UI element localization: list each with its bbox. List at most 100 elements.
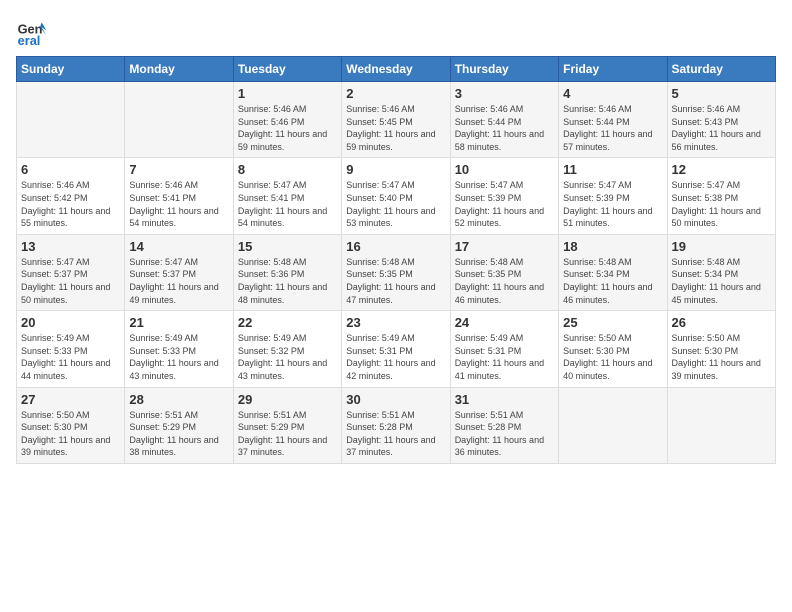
day-content: Sunrise: 5:48 AM Sunset: 5:35 PM Dayligh… — [346, 256, 445, 306]
weekday-header-tuesday: Tuesday — [233, 57, 341, 82]
day-content: Sunrise: 5:49 AM Sunset: 5:33 PM Dayligh… — [129, 332, 228, 382]
day-number: 8 — [238, 162, 337, 177]
day-content: Sunrise: 5:48 AM Sunset: 5:36 PM Dayligh… — [238, 256, 337, 306]
day-number: 30 — [346, 392, 445, 407]
day-number: 2 — [346, 86, 445, 101]
day-content: Sunrise: 5:46 AM Sunset: 5:45 PM Dayligh… — [346, 103, 445, 153]
calendar-cell: 15 Sunrise: 5:48 AM Sunset: 5:36 PM Dayli… — [233, 234, 341, 310]
day-content: Sunrise: 5:47 AM Sunset: 5:37 PM Dayligh… — [129, 256, 228, 306]
calendar-table: SundayMondayTuesdayWednesdayThursdayFrid… — [16, 56, 776, 464]
day-number: 4 — [563, 86, 662, 101]
calendar-cell — [559, 387, 667, 463]
day-content: Sunrise: 5:49 AM Sunset: 5:31 PM Dayligh… — [346, 332, 445, 382]
calendar-cell: 7 Sunrise: 5:46 AM Sunset: 5:41 PM Daylig… — [125, 158, 233, 234]
day-content: Sunrise: 5:50 AM Sunset: 5:30 PM Dayligh… — [672, 332, 771, 382]
calendar-cell: 19 Sunrise: 5:48 AM Sunset: 5:34 PM Dayli… — [667, 234, 775, 310]
week-row-4: 20 Sunrise: 5:49 AM Sunset: 5:33 PM Dayli… — [17, 311, 776, 387]
weekday-header-saturday: Saturday — [667, 57, 775, 82]
day-content: Sunrise: 5:49 AM Sunset: 5:32 PM Dayligh… — [238, 332, 337, 382]
day-content: Sunrise: 5:46 AM Sunset: 5:43 PM Dayligh… — [672, 103, 771, 153]
day-number: 3 — [455, 86, 554, 101]
day-number: 16 — [346, 239, 445, 254]
day-content: Sunrise: 5:49 AM Sunset: 5:31 PM Dayligh… — [455, 332, 554, 382]
day-content: Sunrise: 5:51 AM Sunset: 5:29 PM Dayligh… — [238, 409, 337, 459]
day-content: Sunrise: 5:51 AM Sunset: 5:29 PM Dayligh… — [129, 409, 228, 459]
day-content: Sunrise: 5:47 AM Sunset: 5:40 PM Dayligh… — [346, 179, 445, 229]
day-number: 20 — [21, 315, 120, 330]
day-number: 19 — [672, 239, 771, 254]
day-number: 28 — [129, 392, 228, 407]
calendar-cell: 4 Sunrise: 5:46 AM Sunset: 5:44 PM Daylig… — [559, 82, 667, 158]
day-number: 29 — [238, 392, 337, 407]
weekday-header-thursday: Thursday — [450, 57, 558, 82]
weekday-header-sunday: Sunday — [17, 57, 125, 82]
day-number: 26 — [672, 315, 771, 330]
calendar-cell: 13 Sunrise: 5:47 AM Sunset: 5:37 PM Dayli… — [17, 234, 125, 310]
calendar-cell: 14Sunrise: 5:47 AM Sunset: 5:37 PM Dayli… — [125, 234, 233, 310]
calendar-cell: 6 Sunrise: 5:46 AM Sunset: 5:42 PM Daylig… — [17, 158, 125, 234]
calendar-cell: 9 Sunrise: 5:47 AM Sunset: 5:40 PM Daylig… — [342, 158, 450, 234]
day-number: 11 — [563, 162, 662, 177]
day-content: Sunrise: 5:51 AM Sunset: 5:28 PM Dayligh… — [455, 409, 554, 459]
calendar-cell: 27 Sunrise: 5:50 AM Sunset: 5:30 PM Dayli… — [17, 387, 125, 463]
day-number: 5 — [672, 86, 771, 101]
day-number: 15 — [238, 239, 337, 254]
day-content: Sunrise: 5:51 AM Sunset: 5:28 PM Dayligh… — [346, 409, 445, 459]
week-row-1: 1Sunrise: 5:46 AM Sunset: 5:46 PM Daylig… — [17, 82, 776, 158]
day-content: Sunrise: 5:50 AM Sunset: 5:30 PM Dayligh… — [21, 409, 120, 459]
day-content: Sunrise: 5:46 AM Sunset: 5:42 PM Dayligh… — [21, 179, 120, 229]
page-header: Gen eral — [16, 16, 776, 48]
day-content: Sunrise: 5:49 AM Sunset: 5:33 PM Dayligh… — [21, 332, 120, 382]
day-content: Sunrise: 5:47 AM Sunset: 5:39 PM Dayligh… — [563, 179, 662, 229]
day-number: 27 — [21, 392, 120, 407]
day-content: Sunrise: 5:47 AM Sunset: 5:37 PM Dayligh… — [21, 256, 120, 306]
svg-text:eral: eral — [18, 33, 41, 48]
calendar-cell: 21 Sunrise: 5:49 AM Sunset: 5:33 PM Dayli… — [125, 311, 233, 387]
day-content: Sunrise: 5:46 AM Sunset: 5:44 PM Dayligh… — [563, 103, 662, 153]
day-number: 13 — [21, 239, 120, 254]
day-number: 31 — [455, 392, 554, 407]
day-number: 17 — [455, 239, 554, 254]
calendar-cell: 5 Sunrise: 5:46 AM Sunset: 5:43 PM Daylig… — [667, 82, 775, 158]
weekday-header-friday: Friday — [559, 57, 667, 82]
day-content: Sunrise: 5:50 AM Sunset: 5:30 PM Dayligh… — [563, 332, 662, 382]
calendar-cell: 17 Sunrise: 5:48 AM Sunset: 5:35 PM Dayli… — [450, 234, 558, 310]
day-content: Sunrise: 5:46 AM Sunset: 5:41 PM Dayligh… — [129, 179, 228, 229]
calendar-cell: 3Sunrise: 5:46 AM Sunset: 5:44 PM Daylig… — [450, 82, 558, 158]
calendar-cell: 24 Sunrise: 5:49 AM Sunset: 5:31 PM Dayli… — [450, 311, 558, 387]
day-number: 7 — [129, 162, 228, 177]
calendar-cell: 30 Sunrise: 5:51 AM Sunset: 5:28 PM Dayli… — [342, 387, 450, 463]
day-content: Sunrise: 5:47 AM Sunset: 5:38 PM Dayligh… — [672, 179, 771, 229]
day-content: Sunrise: 5:48 AM Sunset: 5:34 PM Dayligh… — [563, 256, 662, 306]
calendar-cell: 25 Sunrise: 5:50 AM Sunset: 5:30 PM Dayli… — [559, 311, 667, 387]
day-content: Sunrise: 5:48 AM Sunset: 5:34 PM Dayligh… — [672, 256, 771, 306]
day-number: 24 — [455, 315, 554, 330]
calendar-cell: 20 Sunrise: 5:49 AM Sunset: 5:33 PM Dayli… — [17, 311, 125, 387]
calendar-cell: 8 Sunrise: 5:47 AM Sunset: 5:41 PM Daylig… — [233, 158, 341, 234]
day-number: 21 — [129, 315, 228, 330]
day-content: Sunrise: 5:47 AM Sunset: 5:39 PM Dayligh… — [455, 179, 554, 229]
week-row-3: 13 Sunrise: 5:47 AM Sunset: 5:37 PM Dayli… — [17, 234, 776, 310]
day-number: 6 — [21, 162, 120, 177]
calendar-cell: 12Sunrise: 5:47 AM Sunset: 5:38 PM Dayli… — [667, 158, 775, 234]
calendar-cell: 18Sunrise: 5:48 AM Sunset: 5:34 PM Dayli… — [559, 234, 667, 310]
calendar-cell — [667, 387, 775, 463]
day-content: Sunrise: 5:47 AM Sunset: 5:41 PM Dayligh… — [238, 179, 337, 229]
calendar-cell: 16 Sunrise: 5:48 AM Sunset: 5:35 PM Dayli… — [342, 234, 450, 310]
weekday-header-row: SundayMondayTuesdayWednesdayThursdayFrid… — [17, 57, 776, 82]
day-number: 25 — [563, 315, 662, 330]
calendar-cell: 28 Sunrise: 5:51 AM Sunset: 5:29 PM Dayli… — [125, 387, 233, 463]
day-content: Sunrise: 5:48 AM Sunset: 5:35 PM Dayligh… — [455, 256, 554, 306]
logo-icon: Gen eral — [16, 16, 48, 48]
week-row-5: 27 Sunrise: 5:50 AM Sunset: 5:30 PM Dayli… — [17, 387, 776, 463]
calendar-cell: 29 Sunrise: 5:51 AM Sunset: 5:29 PM Dayli… — [233, 387, 341, 463]
calendar-body: 1Sunrise: 5:46 AM Sunset: 5:46 PM Daylig… — [17, 82, 776, 464]
day-number: 10 — [455, 162, 554, 177]
calendar-cell: 23Sunrise: 5:49 AM Sunset: 5:31 PM Dayli… — [342, 311, 450, 387]
calendar-cell: 2 Sunrise: 5:46 AM Sunset: 5:45 PM Daylig… — [342, 82, 450, 158]
calendar-cell — [17, 82, 125, 158]
day-number: 1 — [238, 86, 337, 101]
calendar-cell: 1Sunrise: 5:46 AM Sunset: 5:46 PM Daylig… — [233, 82, 341, 158]
calendar-cell: 22Sunrise: 5:49 AM Sunset: 5:32 PM Dayli… — [233, 311, 341, 387]
day-number: 9 — [346, 162, 445, 177]
